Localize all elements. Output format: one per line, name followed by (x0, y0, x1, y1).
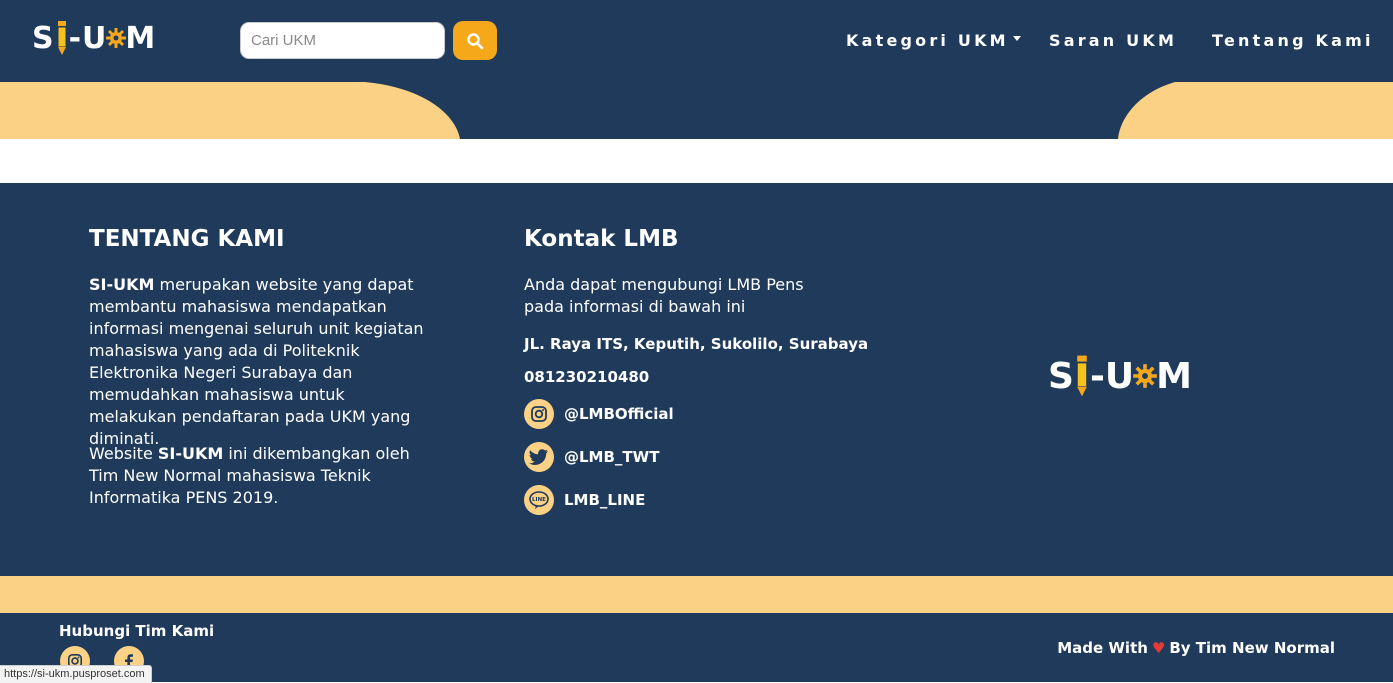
nav-kategori-label: Kategori UKM (846, 31, 1009, 50)
content-strip (0, 139, 1393, 183)
contact-phone: 081230210480 (524, 368, 650, 386)
about-text-1: merupakan website yang dapat membantu ma… (89, 275, 424, 448)
search-icon (467, 32, 484, 49)
footer-logo-letter-m: M (1156, 355, 1192, 397)
social-twitter[interactable]: @LMB_TWT (524, 442, 659, 472)
hubungi-title: Hubungi Tim Kami (59, 622, 215, 640)
contact-address: JL. Raya ITS, Keputih, Sukolilo, Surabay… (524, 335, 869, 353)
made-with-text: Made With (1057, 639, 1148, 657)
nav-tentang-kami[interactable]: Tentang Kami (1212, 31, 1374, 50)
search-button[interactable] (453, 21, 497, 60)
bottom-bar: Hubungi Tim Kami Made With ♥ By Tim New … (0, 613, 1393, 682)
footer-logo-text-u: -U (1089, 355, 1135, 397)
nav-kategori-ukm[interactable]: Kategori UKM (846, 31, 1021, 50)
navbar: S -U M Kategori UKM Saran UKM (0, 0, 1393, 82)
site-logo[interactable]: S -U M (32, 18, 156, 58)
gear-icon (106, 28, 127, 48)
nav-tentang-label: Tentang Kami (1212, 31, 1374, 50)
logo-text-u: -U (68, 20, 108, 56)
logo-letter-s: S (32, 20, 55, 56)
twitter-icon (524, 442, 554, 472)
gear-icon (1133, 364, 1157, 388)
footer-band (0, 576, 1393, 613)
made-with-credit: Made With ♥ By Tim New Normal (1057, 639, 1335, 657)
made-by-text: By Tim New Normal (1169, 639, 1335, 657)
about-brand-1: SI-UKM (89, 275, 155, 294)
about-brand-2: SI-UKM (157, 444, 224, 463)
nav-saran-label: Saran UKM (1049, 31, 1178, 50)
contact-title: Kontak LMB (524, 226, 679, 252)
instagram-icon (524, 399, 554, 429)
pencil-icon (1076, 355, 1088, 397)
search-input[interactable] (240, 22, 445, 59)
about-paragraph-1: SI-UKM merupakan website yang dapat memb… (89, 274, 429, 450)
social-line[interactable]: LINE LMB_LINE (524, 485, 645, 515)
line-icon: LINE (524, 485, 554, 515)
about-text-2a: Website (89, 444, 158, 463)
contact-intro: Anda dapat mengubungi LMB Pens pada info… (524, 275, 804, 316)
instagram-handle: @LMBOfficial (564, 405, 674, 423)
footer-logo-letter-s: S (1048, 355, 1074, 397)
about-paragraph-2: Website SI-UKM ini dikembangkan oleh Tim… (89, 443, 424, 509)
line-handle: LMB_LINE (564, 491, 646, 509)
footer: TENTANG KAMI SI-UKM merupakan website ya… (0, 183, 1393, 576)
hero-section (0, 82, 1393, 139)
footer-logo: S -U M (1048, 355, 1192, 397)
status-bar-url: https://si-ukm.pusproset.com (0, 665, 152, 683)
heart-icon: ♥ (1151, 639, 1166, 657)
caret-down-icon (1012, 36, 1021, 41)
svg-text:LINE: LINE (532, 497, 546, 503)
social-instagram[interactable]: @LMBOfficial (524, 399, 674, 429)
nav-saran-ukm[interactable]: Saran UKM (1049, 31, 1177, 50)
logo-letter-m: M (125, 20, 157, 56)
hero-decoration (0, 82, 1393, 139)
twitter-handle: @LMB_TWT (564, 448, 660, 466)
about-title: TENTANG KAMI (89, 226, 285, 252)
pencil-icon (57, 21, 67, 55)
